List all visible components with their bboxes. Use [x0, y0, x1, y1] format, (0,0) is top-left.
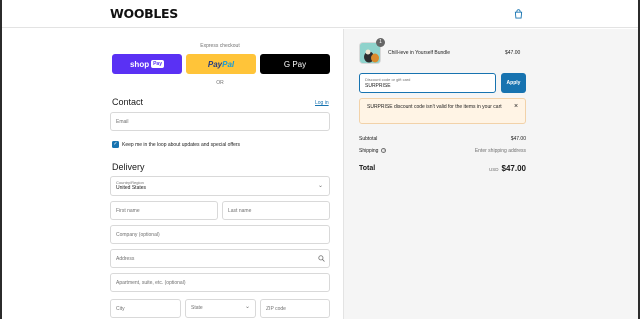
address-field[interactable]: Address — [110, 249, 330, 268]
zip-placeholder: ZIP code — [266, 305, 286, 312]
total-currency: USD — [489, 167, 499, 172]
subtotal-value: $47.00 — [510, 136, 526, 142]
or-divider: OR — [216, 80, 224, 86]
total-row: USD $47.00 — [489, 164, 526, 173]
company-placeholder: Company (optional) — [116, 231, 160, 238]
first-name-placeholder: First name — [116, 207, 140, 214]
checkout-page: WOOBLES Express checkout shop Pay Pay Pal… — [2, 0, 638, 319]
email-placeholder: Email — [116, 118, 129, 125]
alert-code: SURPRISE — [367, 104, 393, 110]
contact-heading: Contact — [112, 97, 144, 107]
chevron-down-icon: ⌄ — [318, 183, 324, 189]
shipping-row: Shipping? — [359, 148, 387, 154]
apartment-field[interactable]: Apartment, suite, etc. (optional) — [110, 273, 330, 292]
newsletter-label: Keep me in the loop about updates and sp… — [122, 142, 241, 148]
quantity-badge: 1 — [376, 38, 385, 47]
shipping-value: Enter shipping address — [474, 148, 526, 154]
last-name-placeholder: Last name — [228, 207, 252, 214]
apply-button[interactable]: Apply — [501, 73, 526, 93]
item-name: Chill-ieve in Yourself Bundle — [388, 50, 450, 56]
discount-label: Discount code or gift card — [365, 77, 411, 82]
google-pay-label: G Pay — [283, 59, 307, 69]
store-logo[interactable]: WOOBLES — [110, 6, 178, 21]
shopping-bag-icon[interactable] — [514, 9, 523, 19]
discount-error-alert: SURPRISE discount code isn't valid for t… — [359, 98, 526, 124]
city-placeholder: City — [116, 305, 125, 312]
company-field[interactable]: Company (optional) — [110, 225, 330, 244]
google-pay-button[interactable]: G Pay — [260, 54, 330, 74]
item-price: $47.00 — [505, 50, 521, 56]
paypal-label-pay: Pay — [207, 59, 223, 69]
total-label: Total — [359, 165, 376, 172]
alert-text: discount code isn't valid for the items … — [392, 104, 502, 110]
state-placeholder: State — [191, 305, 203, 311]
delivery-heading: Delivery — [112, 162, 145, 172]
country-value: United States — [116, 185, 147, 191]
search-icon — [318, 255, 325, 262]
subtotal-label: Subtotal — [359, 136, 378, 142]
paypal-label-pal: Pal — [222, 59, 235, 69]
shipping-label: Shipping — [359, 148, 379, 154]
header: WOOBLES — [2, 0, 638, 28]
checkout-form: Express checkout shop Pay Pay Pal G Pay O… — [2, 29, 343, 319]
express-checkout-label: Express checkout — [200, 43, 240, 49]
address-placeholder: Address — [116, 255, 135, 262]
zip-field[interactable]: ZIP code — [260, 299, 330, 318]
state-chevron-down-icon: ⌄ — [245, 304, 251, 310]
last-name-field[interactable]: Last name — [222, 201, 330, 220]
first-name-field[interactable]: First name — [110, 201, 218, 220]
shop-pay-tag: Pay — [151, 60, 164, 68]
shop-pay-label: shop — [129, 59, 150, 69]
paypal-button[interactable]: Pay Pal — [186, 54, 256, 74]
close-icon[interactable]: × — [514, 103, 518, 110]
email-field[interactable]: Email — [110, 112, 330, 131]
city-field[interactable]: City — [110, 299, 181, 318]
info-icon[interactable]: ? — [381, 148, 387, 154]
newsletter-checkbox[interactable]: ✓ — [112, 141, 119, 148]
login-link[interactable]: Log in — [315, 100, 329, 106]
shop-pay-button[interactable]: shop Pay — [112, 54, 182, 74]
total-value: $47.00 — [501, 164, 526, 173]
discount-value: SURPRISE — [365, 83, 391, 89]
apply-label: Apply — [506, 80, 521, 86]
apartment-placeholder: Apartment, suite, etc. (optional) — [116, 279, 186, 286]
alert-message: SURPRISE discount code isn't valid for t… — [367, 104, 507, 111]
discount-field[interactable]: Discount code or gift card SURPRISE — [359, 73, 496, 93]
